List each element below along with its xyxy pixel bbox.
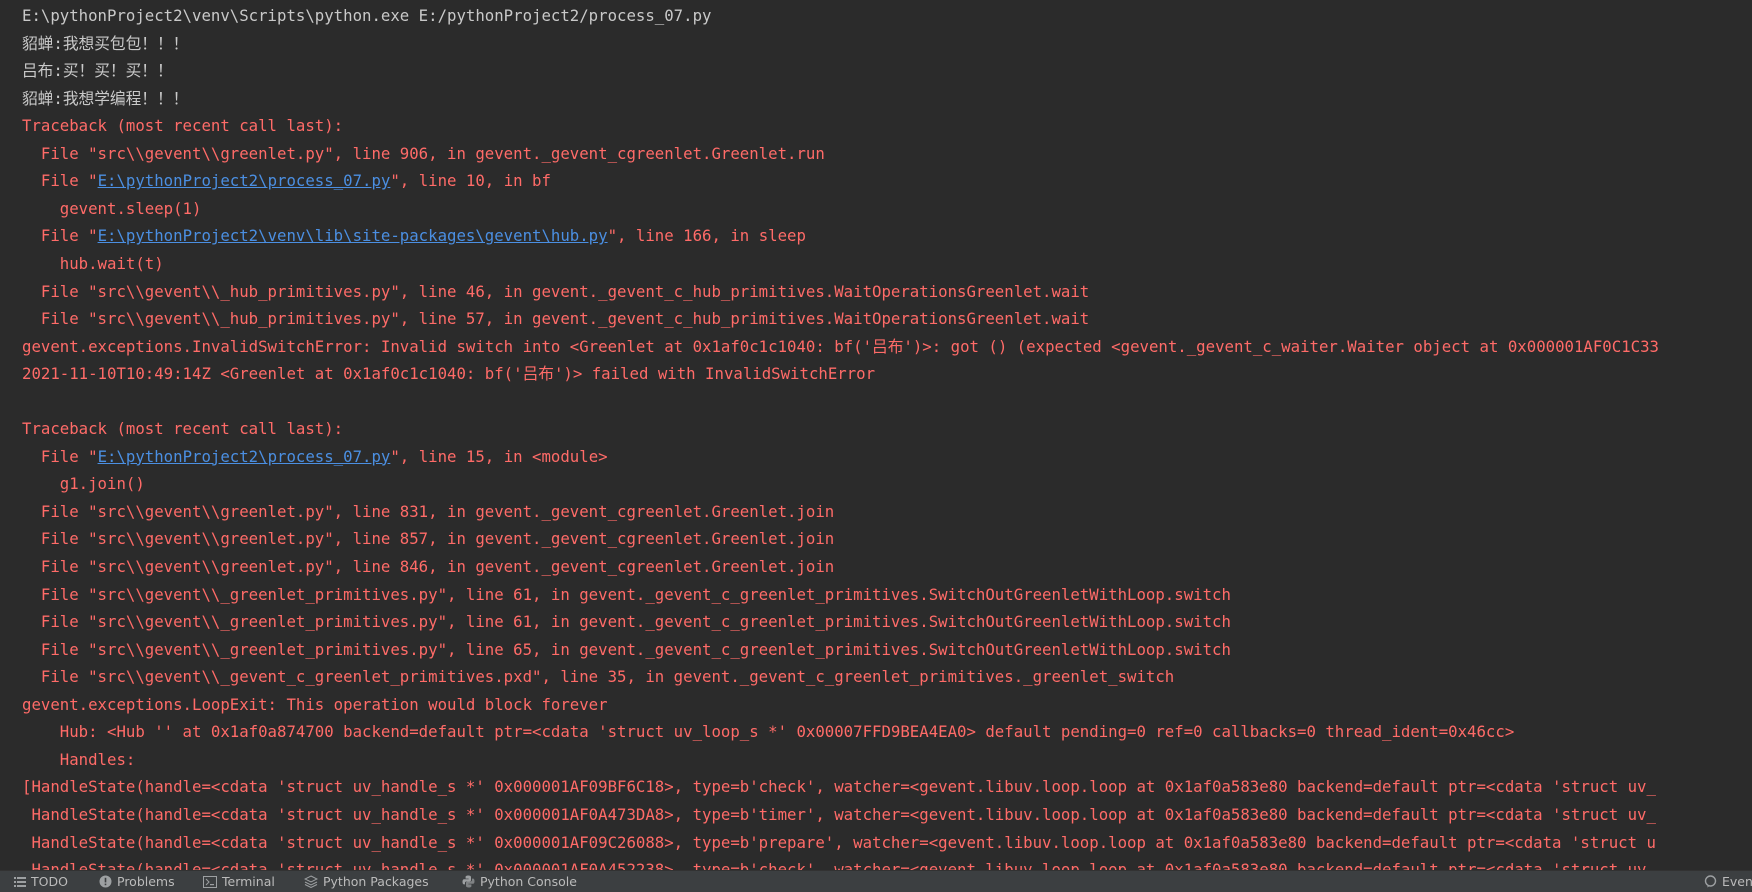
console-line: E:\pythonProject2\venv\Scripts\python.ex…	[22, 6, 712, 25]
console-line: File "E:\pythonProject2\process_07.py", …	[22, 443, 608, 470]
console-line: gevent.exceptions.LoopExit: This operati…	[22, 694, 608, 714]
console-line: [HandleState(handle=<cdata 'struct uv_ha…	[22, 777, 1656, 797]
console-line: 吕布:买！买！买！！	[22, 61, 173, 81]
console-line: File "E:\pythonProject2\venv\lib\site-pa…	[22, 222, 806, 249]
python-console-label: Python Console	[480, 874, 577, 889]
console-line: hub.wait(t)	[22, 253, 164, 273]
console-line: Traceback (most recent call last):	[22, 116, 344, 136]
problems-label: Problems	[117, 874, 175, 889]
todo-label: TODO	[31, 874, 68, 889]
event-log-icon	[1704, 875, 1717, 888]
terminal-icon	[203, 875, 217, 888]
problems-tab[interactable]: Problems	[99, 871, 175, 892]
console-line-text: ", line 166, in sleep	[607, 226, 806, 246]
console-line: File "E:\pythonProject2\process_07.py", …	[22, 167, 551, 194]
console-line: HandleState(handle=<cdata 'struct uv_han…	[22, 860, 1656, 870]
console-line: HandleState(handle=<cdata 'struct uv_han…	[22, 804, 1656, 824]
list-icon	[14, 877, 26, 887]
console-line: File "src\\gevent\\_greenlet_primitives.…	[22, 639, 1231, 659]
console-line: 貂蝉:我想买包包！！！	[22, 33, 189, 53]
event-log-tab[interactable]: Even	[1704, 871, 1752, 892]
console-line-text: File "	[22, 226, 98, 246]
console-line-text: ", line 15, in <module>	[390, 446, 608, 466]
console-line: File "src\\gevent\\greenlet.py", line 90…	[22, 143, 825, 163]
file-path-link[interactable]: E:\pythonProject2\venv\lib\site-packages…	[98, 226, 608, 245]
console-line: File "src\\gevent\\_hub_primitives.py", …	[22, 309, 1090, 329]
console-line: gevent.exceptions.InvalidSwitchError: In…	[22, 336, 1659, 356]
console-line-text: ", line 10, in bf	[390, 171, 551, 191]
console-line: File "src\\gevent\\_hub_primitives.py", …	[22, 281, 1090, 301]
python-console-tab[interactable]: Python Console	[462, 871, 577, 892]
terminal-label: Terminal	[222, 874, 275, 889]
console-line: 2021-11-10T10:49:14Z <Greenlet at 0x1af0…	[22, 364, 876, 384]
python-icon	[462, 875, 475, 888]
run-console-output[interactable]: E:\pythonProject2\venv\Scripts\python.ex…	[0, 0, 1752, 870]
console-line: File "src\\gevent\\_greenlet_primitives.…	[22, 584, 1231, 604]
file-path-link[interactable]: E:\pythonProject2\process_07.py	[98, 447, 391, 466]
console-line: gevent.sleep(1)	[22, 198, 202, 218]
console-line: File "src\\gevent\\greenlet.py", line 85…	[22, 529, 835, 549]
console-line: File "src\\gevent\\_gevent_c_greenlet_pr…	[22, 667, 1175, 687]
console-line: File "src\\gevent\\greenlet.py", line 83…	[22, 501, 835, 521]
console-line: Traceback (most recent call last):	[22, 419, 344, 439]
console-line: File "src\\gevent\\greenlet.py", line 84…	[22, 557, 835, 576]
console-line: g1.join()	[22, 474, 145, 494]
bottom-tool-window-bar: TODO Problems Terminal Python Packages P…	[0, 870, 1752, 892]
console-line: File "src\\gevent\\_greenlet_primitives.…	[22, 612, 1231, 632]
file-path-link[interactable]: E:\pythonProject2\process_07.py	[98, 171, 391, 190]
layers-icon	[304, 875, 318, 888]
python-packages-label: Python Packages	[323, 874, 429, 889]
console-line: HandleState(handle=<cdata 'struct uv_han…	[22, 832, 1656, 852]
warning-circle-icon	[99, 875, 112, 888]
event-log-label: Even	[1722, 874, 1752, 889]
console-line-text: File "	[22, 171, 98, 191]
console-line: 貂蝉:我想学编程！！！	[22, 88, 189, 108]
python-packages-tab[interactable]: Python Packages	[304, 871, 429, 892]
todo-tab[interactable]: TODO	[14, 871, 68, 892]
console-line: Handles:	[22, 749, 136, 769]
console-line: Hub: <Hub '' at 0x1af0a874700 backend=de…	[22, 722, 1515, 742]
terminal-tab[interactable]: Terminal	[203, 871, 275, 892]
console-line-text: File "	[22, 446, 98, 466]
